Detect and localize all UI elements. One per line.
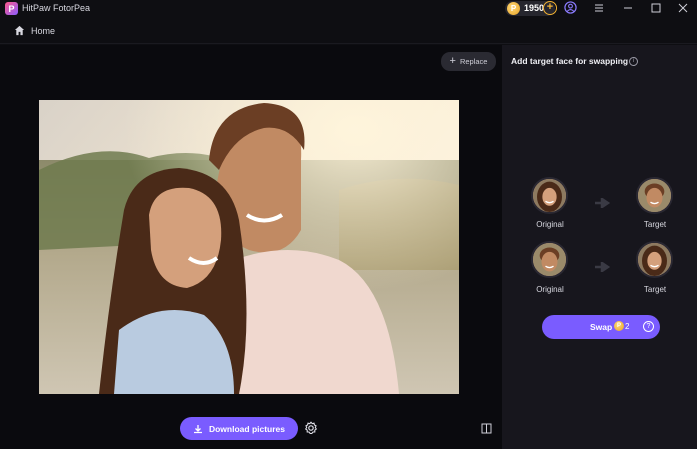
swap-label: Swap xyxy=(590,322,613,332)
target-face-thumbnail[interactable] xyxy=(636,177,673,214)
coin-icon: P xyxy=(507,2,520,15)
original-face-thumbnail[interactable] xyxy=(531,177,568,214)
compare-view-icon[interactable] xyxy=(481,423,492,434)
title-bar: P HitPaw FotorPea P 1950 + xyxy=(0,0,697,17)
swap-button[interactable]: Swap P 2 ? xyxy=(542,315,660,339)
home-label: Home xyxy=(31,25,56,36)
coin-icon: P xyxy=(614,321,624,331)
download-pictures-button[interactable]: Download pictures xyxy=(180,417,298,440)
original-label: Original xyxy=(536,285,564,294)
arrow-right-icon xyxy=(595,262,610,272)
app-title: HitPaw FotorPea xyxy=(22,3,91,13)
coin-count: 1950 xyxy=(524,3,545,13)
help-icon[interactable]: ? xyxy=(643,321,654,332)
original-face-thumbnail[interactable] xyxy=(531,241,568,278)
info-icon[interactable]: i xyxy=(629,57,638,66)
panel-title: Add target face for swapping xyxy=(511,56,629,66)
minimize-icon[interactable] xyxy=(622,2,634,14)
gear-icon[interactable] xyxy=(304,421,318,435)
swap-cost: 2 xyxy=(625,322,630,331)
menu-icon[interactable] xyxy=(593,2,605,14)
download-pictures-label: Download pictures xyxy=(208,423,286,434)
edited-photo xyxy=(39,100,459,394)
original-label: Original xyxy=(536,220,564,229)
navigation-bar: Home xyxy=(0,17,697,44)
home-button[interactable]: Home xyxy=(14,25,55,36)
home-icon xyxy=(14,25,25,36)
download-icon xyxy=(193,424,202,433)
replace-label: Replace xyxy=(459,57,488,66)
maximize-icon[interactable] xyxy=(650,2,662,14)
close-icon[interactable] xyxy=(677,2,689,14)
app-logo: P xyxy=(5,2,18,15)
plus-icon: + xyxy=(449,55,456,67)
target-face-thumbnail[interactable] xyxy=(636,241,673,278)
target-label: Target xyxy=(643,285,667,294)
target-label: Target xyxy=(643,220,667,229)
arrow-right-icon xyxy=(595,198,610,208)
user-icon[interactable] xyxy=(564,1,577,14)
add-coins-button[interactable]: + xyxy=(543,1,557,15)
replace-button[interactable]: + Replace xyxy=(441,52,496,71)
